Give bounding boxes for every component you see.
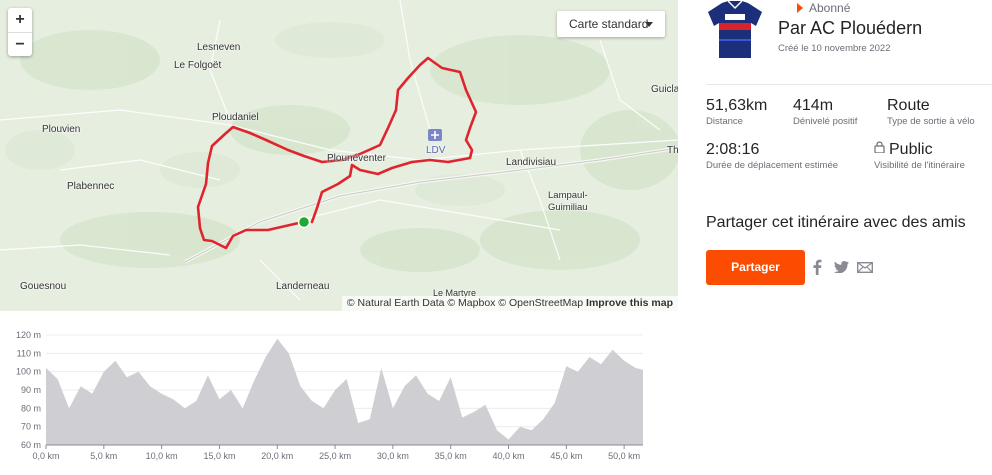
place-label: Landivisiau <box>506 157 557 168</box>
place-label: Guiclan <box>651 84 678 95</box>
map-type-label: Carte standard <box>569 17 649 31</box>
share-button[interactable]: Partager <box>706 250 805 285</box>
stat-value: Public <box>889 141 933 158</box>
place-label: Landerneau <box>276 281 330 292</box>
y-tick-label: 120 m <box>16 330 41 340</box>
x-tick-label: 15,0 km <box>203 451 235 461</box>
stat-label: Type de sortie à vélo <box>887 116 975 127</box>
stat-distance: 51,63km Distance <box>706 97 767 127</box>
facebook-icon[interactable] <box>812 259 822 275</box>
x-tick-label: 0,0 km <box>32 451 59 461</box>
x-tick-label: 20,0 km <box>261 451 293 461</box>
place-label: Lesneven <box>197 42 241 53</box>
zoom-controls: + − <box>8 8 32 56</box>
stat-value: 51,63km <box>706 97 768 114</box>
jersey-avatar[interactable] <box>706 0 764 60</box>
zoom-out-button[interactable]: − <box>8 32 32 56</box>
stat-label: Visibilité de l'itinéraire <box>874 160 965 171</box>
share-heading: Partager cet itinéraire avec des amis <box>706 214 966 231</box>
airport-label: LDV <box>426 145 446 156</box>
map-attribution: © Natural Earth Data © Mapbox © OpenStre… <box>341 296 678 311</box>
start-marker-icon[interactable] <box>297 215 311 229</box>
place-label: Plouvien <box>42 124 81 135</box>
stat-label: Distance <box>706 116 743 127</box>
map-type-select[interactable]: Carte standard <box>557 11 665 37</box>
chevron-down-icon <box>645 22 653 27</box>
x-tick-label: 50,0 km <box>608 451 640 461</box>
y-tick-label: 90 m <box>21 385 41 395</box>
y-tick-label: 110 m <box>17 348 41 358</box>
y-tick-label: 70 m <box>21 422 41 432</box>
place-label: Plounéventer <box>327 153 386 164</box>
place-label: Ploudaniel <box>212 112 259 123</box>
lock-icon <box>874 141 885 153</box>
x-tick-label: 45,0 km <box>550 451 582 461</box>
improve-map-link[interactable]: Improve this map <box>586 297 673 309</box>
elevation-area <box>46 338 643 445</box>
place-label: Plabennec <box>67 181 115 192</box>
route-title: Par AC Plouédern <box>778 18 923 38</box>
x-tick-label: 25,0 km <box>319 451 351 461</box>
place-label: Gouesnou <box>20 281 67 292</box>
x-tick-label: 10,0 km <box>146 451 178 461</box>
stat-value: 414m <box>793 97 834 114</box>
stat-elevation: 414m Dénivelé positif <box>793 97 857 127</box>
zoom-in-button[interactable]: + <box>8 8 32 32</box>
y-tick-label: 100 m <box>16 367 41 377</box>
follow-status-label: Abonné <box>809 1 851 15</box>
stat-label: Dénivelé positif <box>793 116 858 127</box>
x-tick-label: 40,0 km <box>493 451 525 461</box>
twitter-icon[interactable] <box>834 261 849 273</box>
stat-value: 2:08:16 <box>706 141 760 158</box>
attribution-text: © Natural Earth Data © Mapbox © OpenStre… <box>346 297 584 309</box>
follow-status: Abonné <box>795 1 850 15</box>
route-page: Lesneven Le Folgoët Guiclan Ploudaniel P… <box>0 0 992 475</box>
created-date: Créé le 10 novembre 2022 <box>778 43 891 54</box>
email-icon[interactable] <box>857 262 873 273</box>
stat-value: Route <box>887 97 930 114</box>
stat-visibility: Public Visibilité de l'itinéraire <box>874 141 965 171</box>
place-label: Le Folgoët <box>174 60 222 71</box>
stat-type: Route Type de sortie à vélo <box>887 97 975 127</box>
divider <box>706 84 992 85</box>
stat-label: Durée de déplacement estimée <box>706 160 839 171</box>
elevation-chart[interactable]: 60 m 70 m 80 m 90 m 100 m 110 m 120 m 0,0 km 5,… <box>0 322 678 475</box>
chevron-right-icon <box>797 3 803 13</box>
route-map[interactable]: Lesneven Le Folgoët Guiclan Ploudaniel P… <box>0 0 678 311</box>
stat-time: 2:08:16 Durée de déplacement estimée <box>706 141 838 171</box>
place-label: Th <box>667 145 678 156</box>
x-tick-label: 35,0 km <box>435 451 467 461</box>
airport-icon <box>428 129 442 141</box>
place-label: Lampaul-Guimiliau <box>548 190 588 213</box>
y-tick-label: 60 m <box>21 440 41 450</box>
x-tick-label: 30,0 km <box>377 451 409 461</box>
y-tick-label: 80 m <box>21 403 41 413</box>
x-tick-label: 5,0 km <box>90 451 117 461</box>
